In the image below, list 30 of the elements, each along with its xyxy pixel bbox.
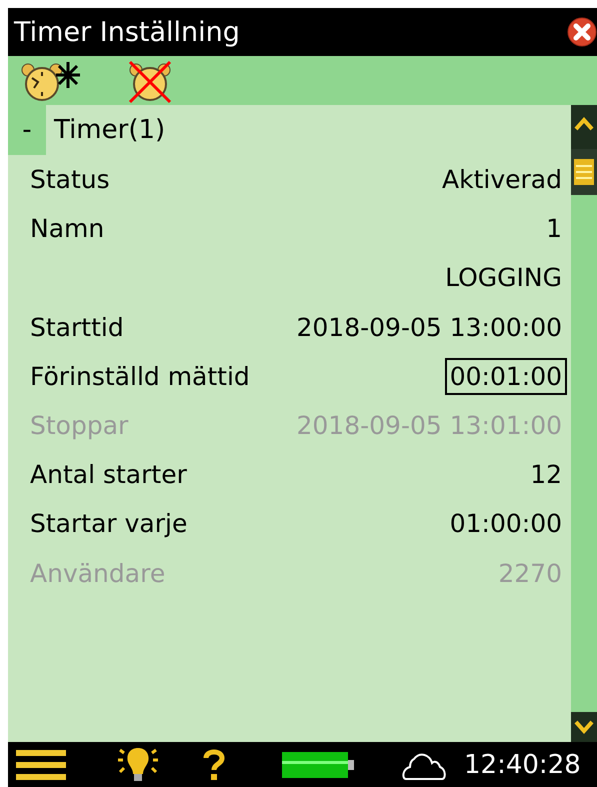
menu-icon[interactable] bbox=[16, 748, 66, 782]
field-value[interactable]: 01:00:00 bbox=[444, 505, 567, 542]
scrollbar[interactable] bbox=[571, 105, 597, 742]
field-label: Namn bbox=[30, 214, 104, 244]
field-label: Stoppar bbox=[30, 411, 128, 440]
help-icon[interactable] bbox=[202, 748, 226, 782]
field-label: Förinställd mättid bbox=[30, 362, 250, 391]
field-value[interactable]: LOGGING bbox=[440, 259, 567, 296]
scroll-up-icon[interactable] bbox=[571, 105, 597, 149]
field-label: Startar varje bbox=[30, 509, 188, 538]
field-value[interactable]: 00:01:00 bbox=[444, 358, 567, 395]
scroll-thumb[interactable] bbox=[574, 159, 594, 185]
light-bulb-icon[interactable] bbox=[116, 746, 160, 784]
close-icon[interactable] bbox=[567, 17, 597, 47]
field-value[interactable]: Aktiverad bbox=[437, 161, 567, 198]
window-title: Timer Inställning bbox=[14, 16, 240, 48]
field-value[interactable]: 2018-09-05 13:00:00 bbox=[291, 308, 567, 346]
field-label: Status bbox=[30, 165, 110, 194]
collapse-toggle[interactable]: - bbox=[8, 105, 46, 155]
scroll-down-icon[interactable] bbox=[571, 712, 597, 742]
field-value: 2018-09-05 13:01:00 bbox=[295, 410, 563, 442]
field-value[interactable]: 12 bbox=[525, 456, 567, 494]
tree-node-label[interactable]: Timer(1) bbox=[46, 115, 166, 145]
field-label: Antal starter bbox=[30, 460, 187, 490]
field-value: 2270 bbox=[497, 558, 563, 590]
field-label: Användare bbox=[30, 558, 166, 588]
clock-time: 12:40:28 bbox=[464, 750, 581, 780]
battery-icon bbox=[282, 752, 354, 778]
field-value[interactable]: 1 bbox=[541, 210, 567, 248]
field-label: Starttid bbox=[30, 312, 124, 342]
